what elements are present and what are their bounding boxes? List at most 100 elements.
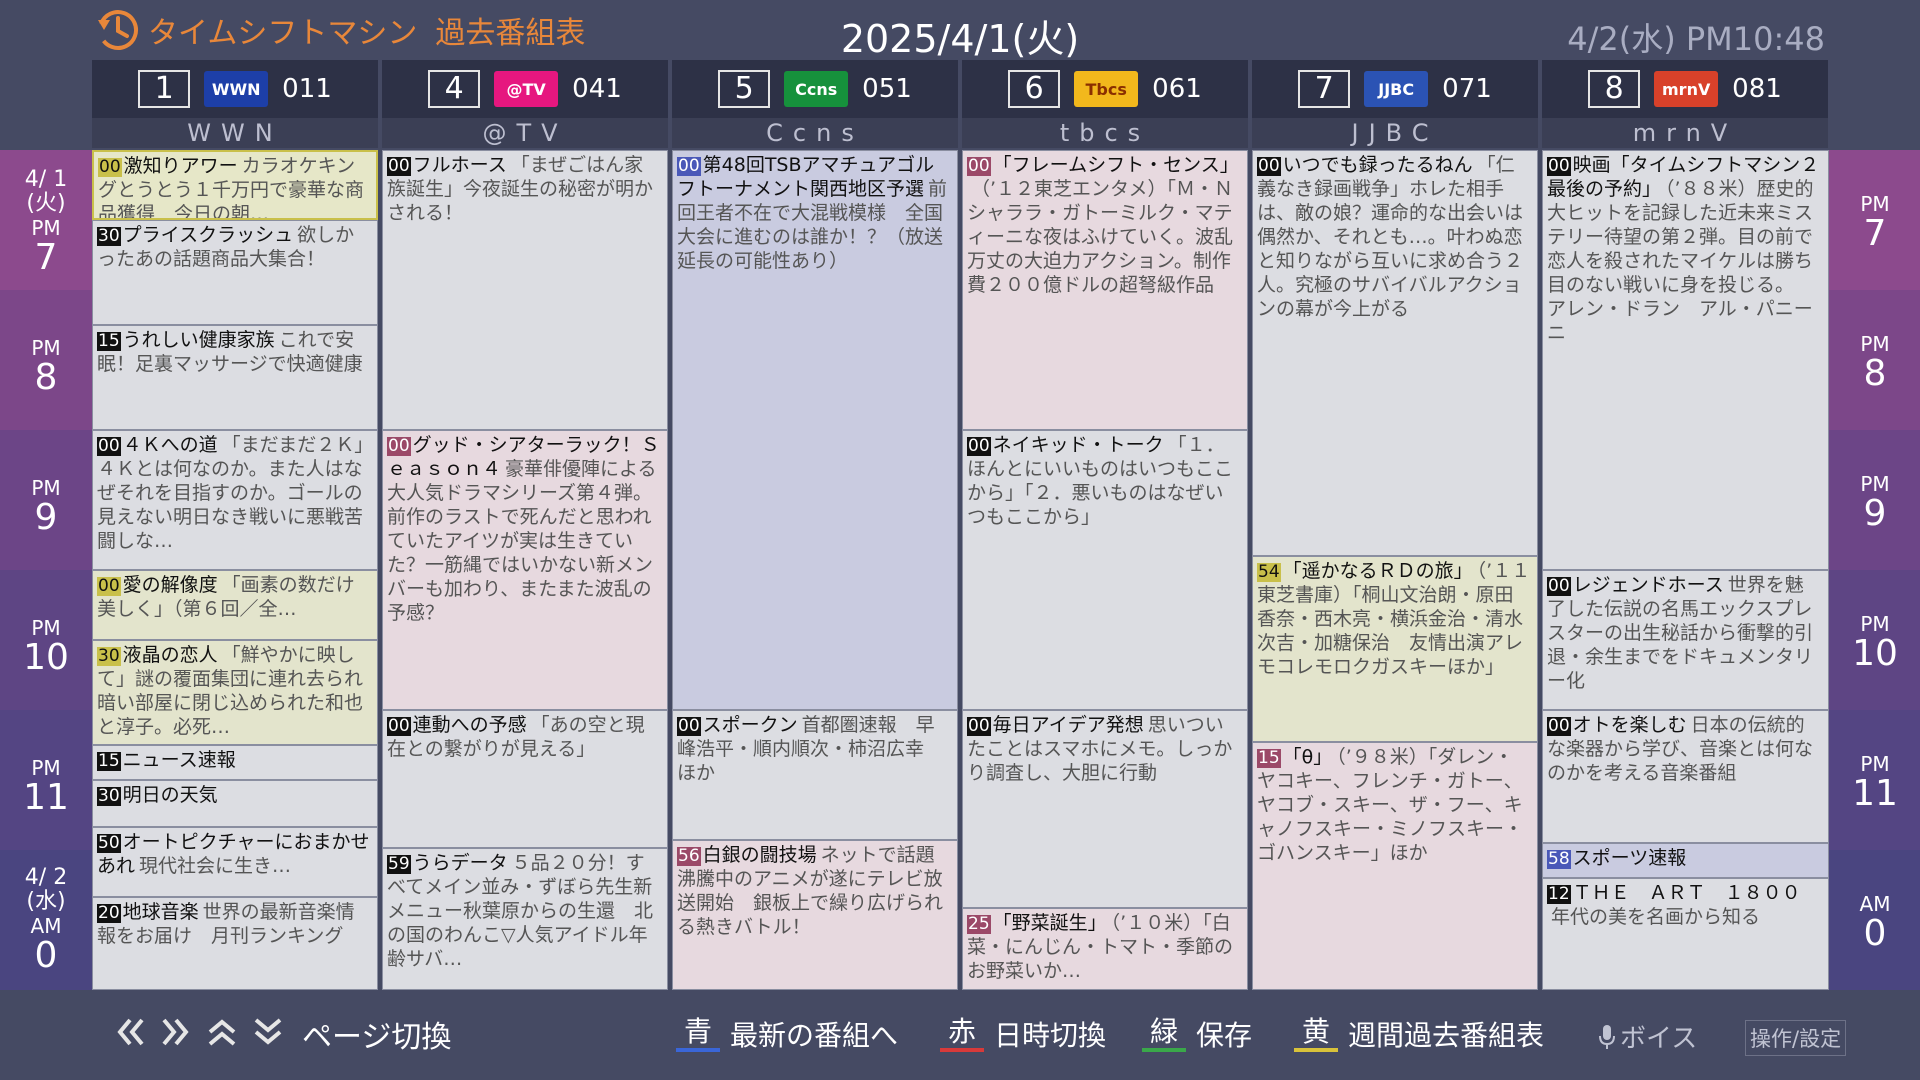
time-column-left: 4/ 1 (火) PM 7 PM 8 PM 9 PM 10 PM 11 4/ 2 (水) … xyxy=(0,150,92,990)
page-down-icon[interactable] xyxy=(250,1014,286,1050)
green-label: 保存 xyxy=(1196,1019,1253,1052)
program-cell[interactable]: 15 うれしい健康家族 これで安眠！足裏マッサージで快適健康 xyxy=(92,325,378,430)
red-button[interactable]: 赤 日時切換 xyxy=(940,1014,1106,1054)
program-cell[interactable]: 30 液晶の恋人 「鮮やかに映して」謎の覆面集団に連れ去られ暗い部屋に閉じ込められた… xyxy=(92,640,378,745)
day-label-0402: 4/ 2 (水) xyxy=(0,866,92,914)
time-column-right: PM 7 PM 8 PM 9 PM 10 PM 11 AM 0 xyxy=(1829,150,1920,990)
voice-label: ボイス xyxy=(1620,1024,1698,1054)
channel-logo: mrnV xyxy=(1654,71,1719,107)
channel-column-5[interactable]: 5 Ccns 051 Ccns xyxy=(672,60,958,148)
current-time: 4/2(水) PM10:48 xyxy=(1567,20,1825,58)
channel-header-row: 1 WWN 011 WWN 4 @TV 041 @TV 5 Ccns 051 C… xyxy=(92,60,1829,148)
program-cell[interactable]: 00 ４Ｋへの道 「まだまだ２Ｋ」４Ｋとは何なのか。また人はなぜそれを目指すのか。ゴ… xyxy=(92,430,378,570)
hour-label-11pm: PM 11 xyxy=(1852,752,1898,814)
yellow-key: 黄 xyxy=(1294,1016,1339,1052)
channel-name: Ccns xyxy=(672,118,958,148)
blue-key: 青 xyxy=(676,1016,721,1052)
program-cell[interactable]: 00 フルホース 「まぜごはん家族誕生」今夜誕生の秘密が明かされる！ xyxy=(382,150,668,430)
hour-label-0am: AM 0 xyxy=(1859,892,1891,954)
yellow-button[interactable]: 黄 週間過去番組表 xyxy=(1294,1014,1544,1054)
channel-logo: JJBC xyxy=(1364,71,1429,107)
day-weekday: (水) xyxy=(26,889,66,914)
channel-column-6[interactable]: 6 Tbcs 061 tbcs xyxy=(962,60,1248,148)
program-cell[interactable]: 59 うらデータ ５品２０分！すべてメイン並み・ずぼら先生新メニュー秋葉原からの生還… xyxy=(382,848,668,990)
channel-code: 061 xyxy=(1152,74,1202,104)
program-grid: 00 激知りアワー カラオケキングとうとう１千万円で豪華な商品獲得 今日の朝… 30… xyxy=(92,150,1829,990)
channel-code: 051 xyxy=(862,74,912,104)
page-up-icon[interactable] xyxy=(204,1014,240,1050)
channel-name: WWN xyxy=(92,118,378,148)
yellow-label: 週間過去番組表 xyxy=(1348,1019,1545,1052)
hour-label-7pm: PM 7 xyxy=(31,216,61,278)
red-key: 赤 xyxy=(940,1016,985,1052)
green-button[interactable]: 緑 保存 xyxy=(1142,1014,1252,1054)
channel-code: 071 xyxy=(1442,74,1492,104)
hour-label-9pm: PM 9 xyxy=(31,476,61,538)
program-cell[interactable]: 25 「野菜誕生」 （’１０米）「白菜・にんじん・トマト・季節のお野菜いか… xyxy=(962,908,1248,990)
program-cell[interactable]: 30 明日の天気 xyxy=(92,780,378,827)
hour-label-10pm: PM 10 xyxy=(1852,612,1898,674)
voice-button[interactable]: ボイス xyxy=(1598,1018,1697,1055)
channel-number: 7 xyxy=(1298,70,1351,108)
day-date: 4/ 2 xyxy=(24,865,68,890)
channel-logo: Ccns xyxy=(784,71,849,107)
channel-name: @TV xyxy=(382,118,668,148)
program-cell[interactable]: 00 毎日アイデア発想 思いついたことはスマホにメモ。しっかり調査し、大胆に行動 xyxy=(962,710,1248,908)
page-navigation xyxy=(112,1014,286,1050)
settings-button[interactable]: 操作/設定 xyxy=(1745,1020,1847,1056)
page-left-icon[interactable] xyxy=(112,1014,148,1050)
program-cell[interactable]: 15 ニュース速報 xyxy=(92,745,378,780)
top-bar: タイムシフトマシン 過去番組表 2025/4/1(火) 4/2(水) PM10:… xyxy=(0,0,1920,61)
channel-column-8[interactable]: 8 mrnV 081 mrnV xyxy=(1542,60,1828,148)
blue-button[interactable]: 青 最新の番組へ xyxy=(676,1014,898,1054)
program-cell[interactable]: 50 オートピクチャーにおまかせあれ 現代社会に生き… xyxy=(92,827,378,897)
channel-name: tbcs xyxy=(962,118,1248,148)
page-switch-label: ページ切換 xyxy=(302,1020,452,1055)
day-date: 4/ 1 xyxy=(24,167,68,192)
channel-number: 6 xyxy=(1008,70,1061,108)
program-cell[interactable]: 00 レジェンドホース 世界を魅了した伝説の名馬エックスプレスターの出生秘話から衝撃… xyxy=(1542,570,1829,710)
program-cell[interactable]: 00 ネイキッド・トーク 「１．ほんとにいいものはいつもここから」「２．悪いものはな… xyxy=(962,430,1248,710)
program-cell[interactable]: 00 スポークン 首都圏速報 早峰浩平・順内順次・柿沼広幸 ほか xyxy=(672,710,958,840)
program-cell[interactable]: 00 連動への予感 「あの空と現在との繋がりが見える」 xyxy=(382,710,668,848)
hour-label-10pm: PM 10 xyxy=(23,616,69,678)
program-cell[interactable]: 15 「θ」 （’９８米）「ダレン・ヤコキー、フレンチ・ガトー、ヤコブ・スキー、ザ・… xyxy=(1252,742,1538,990)
channel-logo: Tbcs xyxy=(1074,71,1139,107)
program-cell[interactable]: 12 ＴＨＥ ＡＲＴ １８００年代の美を名画から知る xyxy=(1542,878,1829,990)
microphone-icon xyxy=(1599,1024,1615,1049)
channel-code: 081 xyxy=(1732,74,1782,104)
channel-logo: WWN xyxy=(204,71,269,107)
program-cell[interactable]: 00 グッド・シアターラック！Ｓｅａｓｏｎ４ 豪華俳優陣による大人気ドラマシリーズ第… xyxy=(382,430,668,710)
hour-label-9pm: PM 9 xyxy=(1860,472,1890,534)
channel-column-1[interactable]: 1 WWN 011 WWN xyxy=(92,60,378,148)
program-cell[interactable]: 00 第48回TSBアマチュアゴルフトーナメント関西地区予選 前回王者不在で大混戦模… xyxy=(672,150,958,710)
program-cell[interactable]: 56 白銀の闘技場 ネットで話題沸騰中のアニメが遂にテレビ放送開始 銀板上で繰り広げ… xyxy=(672,840,958,990)
channel-logo: @TV xyxy=(494,71,559,107)
program-cell[interactable]: 20 地球音楽 世界の最新音楽情報をお届け 月刊ランキング xyxy=(92,897,378,990)
green-key: 緑 xyxy=(1142,1016,1187,1052)
program-cell[interactable]: 54 「遥かなるＲＤの旅」 （’１１東芝書庫）「桐山文治朗・原田香奈・西木亮・横浜金… xyxy=(1252,556,1538,742)
channel-code: 011 xyxy=(282,74,332,104)
hour-label-7pm: PM 7 xyxy=(1860,192,1890,254)
program-cell[interactable]: 00 いつでも録ったるねん 「仁義なき録画戦争」ホレた相手は、敵の娘？運命的な出会い… xyxy=(1252,150,1538,556)
program-cell[interactable]: 00 激知りアワー カラオケキングとうとう１千万円で豪華な商品獲得 今日の朝… xyxy=(92,150,378,220)
day-weekday: (火) xyxy=(26,191,66,216)
program-cell[interactable]: 00 映画「タイムシフトマシン２ 最後の予約」 （’８８米）歴史的大ヒットを記録した… xyxy=(1542,150,1829,570)
channel-column-7[interactable]: 7 JJBC 071 JJBC xyxy=(1252,60,1538,148)
hour-label-8pm: PM 8 xyxy=(1860,332,1890,394)
channel-column-4[interactable]: 4 @TV 041 @TV xyxy=(382,60,668,148)
channel-number: 8 xyxy=(1588,70,1641,108)
hour-label-8pm: PM 8 xyxy=(31,336,61,398)
program-cell[interactable]: 00 「フレームシフト・センス」（’１２東芝エンタメ）「Ｍ・Ｎシャララ・ガトーミル… xyxy=(962,150,1248,430)
program-cell[interactable]: 00 オトを楽しむ 日本の伝統的な楽器から学び、音楽とは何なのかを考える音楽番組 xyxy=(1542,710,1829,843)
channel-number: 4 xyxy=(428,70,481,108)
channel-number: 5 xyxy=(718,70,771,108)
red-label: 日時切換 xyxy=(994,1019,1107,1052)
hour-label-11pm: PM 11 xyxy=(23,756,69,818)
program-cell[interactable]: 58 スポーツ速報 xyxy=(1542,843,1829,878)
page-right-icon[interactable] xyxy=(158,1014,194,1050)
program-cell[interactable]: 00 愛の解像度 「画素の数だけ美しく」（第６回／全… xyxy=(92,570,378,640)
channel-number: 1 xyxy=(138,70,191,108)
program-cell[interactable]: 30 プライスクラッシュ 欲しかったあの話題商品大集合！ xyxy=(92,220,378,325)
channel-name: mrnV xyxy=(1542,118,1828,148)
